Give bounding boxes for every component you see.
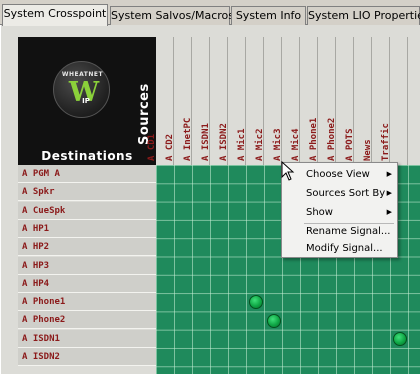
menu-item-label: Show xyxy=(306,207,333,218)
source-label: News xyxy=(363,139,373,161)
source-label: A Phone2 xyxy=(327,117,337,161)
source-label: A CD2 xyxy=(165,133,175,161)
source-label: A Mic1 xyxy=(237,128,247,161)
destination-header[interactable]: A HP2 xyxy=(18,238,156,256)
menu-item-label: Modify Signal... xyxy=(306,243,383,254)
logo-subtext: IP xyxy=(82,97,90,105)
menu-item-choose-view[interactable]: Choose View ▶ xyxy=(283,165,397,184)
source-label: A InetPC xyxy=(183,117,193,161)
menu-item-label: Rename Signal... xyxy=(306,226,391,237)
destination-header[interactable]: A ISDN2 xyxy=(18,348,156,366)
wheatnet-logo: WHEATNET W IP xyxy=(53,61,110,118)
submenu-arrow-icon: ▶ xyxy=(386,208,392,216)
destination-header[interactable]: A Spkr xyxy=(18,183,156,201)
tab-system-info[interactable]: System Info xyxy=(231,6,306,25)
source-label: A POTS xyxy=(345,128,355,161)
source-label: A Mic2 xyxy=(255,128,265,161)
crosspoint-connection[interactable] xyxy=(393,331,407,346)
destination-header[interactable]: A Phone2 xyxy=(18,311,156,329)
destination-header[interactable]: A HP1 xyxy=(18,220,156,238)
destination-header[interactable]: A HP4 xyxy=(18,275,156,293)
menu-item-show[interactable]: Show ▶ xyxy=(283,203,397,222)
crosspoint-connection[interactable] xyxy=(267,313,281,328)
menu-item-label: Choose View xyxy=(306,169,370,180)
submenu-arrow-icon: ▶ xyxy=(386,189,392,197)
destination-header[interactable]: A ISDN1 xyxy=(18,330,156,348)
mouse-cursor-icon xyxy=(281,161,295,181)
tab-system-salvos-macros[interactable]: System Salvos/Macros xyxy=(110,6,234,25)
source-label: A Mic4 xyxy=(291,128,301,161)
destination-header[interactable]: A Phone1 xyxy=(18,293,156,311)
destination-header[interactable]: A CueSpk xyxy=(18,202,156,220)
context-menu: Choose View ▶ Sources Sort By ▶ Show ▶ R… xyxy=(281,162,398,258)
tab-system-crosspoint[interactable]: System Crosspoint xyxy=(2,4,108,26)
destination-header[interactable]: A HP3 xyxy=(18,257,156,275)
tab-system-lio-properties[interactable]: System LIO Properties xyxy=(307,6,420,25)
source-label: A Phone1 xyxy=(309,117,319,161)
menu-item-sources-sort-by[interactable]: Sources Sort By ▶ xyxy=(283,184,397,203)
tab-strip: System Crosspoint System Salvos/Macros S… xyxy=(0,0,420,26)
submenu-arrow-icon: ▶ xyxy=(386,170,392,178)
source-label: A CD1 xyxy=(147,133,157,161)
source-label: A ISDN2 xyxy=(219,123,229,161)
source-label: A ISDN1 xyxy=(201,123,211,161)
source-label: Traffic xyxy=(381,123,391,161)
corner-logo-block: WHEATNET W IP Sources Destinations xyxy=(18,37,156,165)
crosspoint-connection[interactable] xyxy=(249,295,263,310)
menu-item-modify-signal[interactable]: Modify Signal... xyxy=(283,239,397,258)
destinations-heading: Destinations xyxy=(41,149,133,163)
source-header[interactable]: Traffic xyxy=(381,37,408,165)
destination-header[interactable]: A PGM A xyxy=(18,165,156,183)
menu-item-label: Sources Sort By xyxy=(306,188,386,199)
source-label: A Mic3 xyxy=(273,128,283,161)
